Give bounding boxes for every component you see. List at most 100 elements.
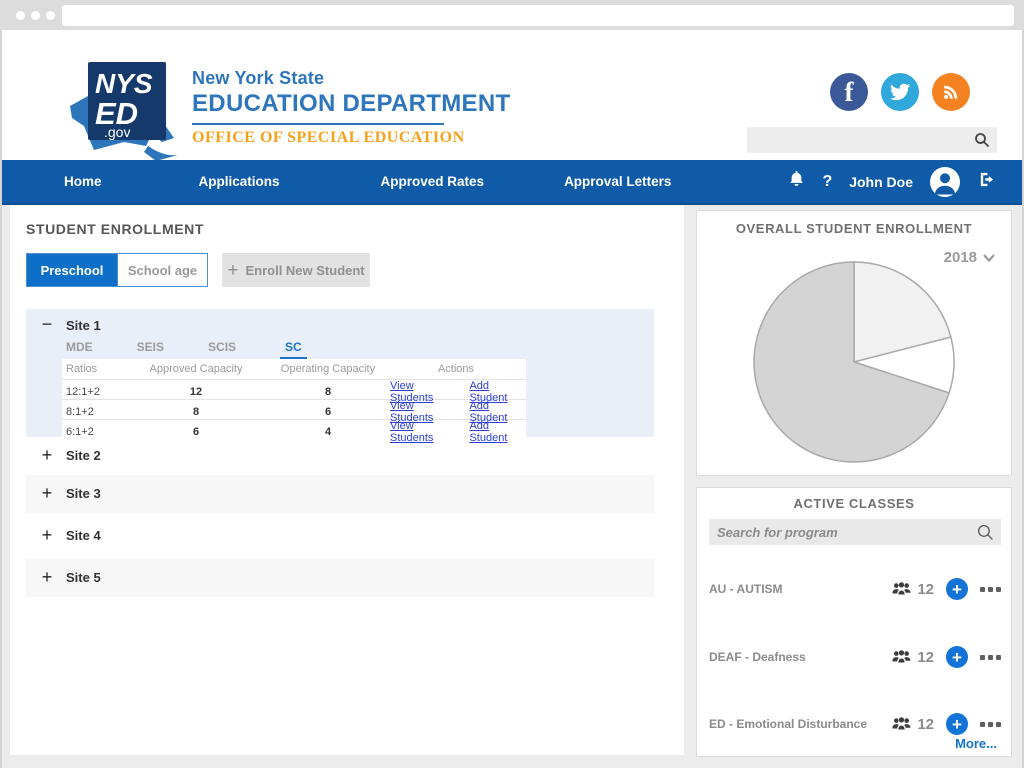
site-4-label: Site 4 (66, 528, 101, 543)
collapse-icon[interactable] (38, 315, 56, 333)
header-title-office: OFFICE OF SPECIAL EDUCATION (192, 129, 510, 147)
nysed-logo[interactable]: NYS ED .gov (62, 60, 180, 162)
tab-school-age[interactable]: School age (117, 254, 207, 286)
users-icon (892, 582, 911, 596)
more-options-icon[interactable] (980, 587, 1001, 592)
enrollment-pie (749, 257, 959, 467)
window-dot[interactable] (16, 11, 25, 20)
table-row: 12:1+2 12 8 View Students Add Student (62, 379, 526, 399)
student-enrollment-panel: STUDENT ENROLLMENT Preschool School age … (10, 205, 684, 755)
operating-value: 6 (270, 406, 386, 418)
operating-value: 8 (270, 386, 386, 398)
more-link[interactable]: More... (955, 736, 997, 751)
user-name[interactable]: John Doe (849, 174, 913, 190)
active-classes-card: ACTIVE CLASSES AU - AUTISM 12 + DEAF - D… (696, 487, 1012, 757)
expand-icon[interactable] (38, 446, 56, 464)
ny-state-icon: NYS ED .gov (62, 60, 180, 162)
class-count: 12 (917, 649, 934, 666)
chevron-down-icon (983, 254, 995, 262)
window-dot[interactable] (31, 11, 40, 20)
overall-enrollment-card: OVERALL STUDENT ENROLLMENT 2018 (696, 210, 1012, 476)
program-search-input[interactable] (709, 519, 1001, 545)
site-1-subtabs: MDE SEIS SCIS SC (66, 340, 307, 359)
table-header-row: Ratios Approved Capacity Operating Capac… (62, 359, 526, 379)
site-header: NYS ED .gov New York State EDUCATION DEP… (2, 30, 1022, 160)
subtab-mde[interactable]: MDE (66, 340, 93, 359)
site-3-row[interactable]: Site 3 (26, 475, 654, 513)
search-icon[interactable] (977, 524, 994, 546)
site-4-row[interactable]: Site 4 (26, 517, 654, 555)
more-options-icon[interactable] (980, 722, 1001, 727)
header-search-input[interactable] (747, 127, 997, 153)
nav-user-area: ? John Doe (788, 160, 996, 203)
subtab-scis[interactable]: SCIS (208, 340, 236, 359)
col-operating-capacity: Operating Capacity (270, 363, 386, 375)
main-nav: Home Applications Approved Rates Approva… (2, 160, 1022, 205)
enrollment-card-title: OVERALL STUDENT ENROLLMENT (697, 221, 1011, 236)
site-5-row[interactable]: Site 5 (26, 559, 654, 597)
nav-item-approval-letters[interactable]: Approval Letters (564, 174, 671, 189)
avatar[interactable] (930, 167, 960, 197)
class-row-emotional-disturbance: ED - Emotional Disturbance 12 + (709, 711, 1001, 737)
site-3-label: Site 3 (66, 486, 101, 501)
add-class-button[interactable]: + (946, 646, 968, 668)
class-name: AU - AUTISM (709, 582, 892, 596)
add-class-button[interactable]: + (946, 578, 968, 600)
site-2-label: Site 2 (66, 448, 101, 463)
approved-value: 8 (122, 406, 270, 418)
expand-icon[interactable] (38, 526, 56, 544)
logout-icon[interactable] (977, 170, 996, 194)
page: NYS ED .gov New York State EDUCATION DEP… (0, 30, 1024, 768)
table-row: 6:1+2 6 4 View Students Add Student (62, 419, 526, 439)
nav-item-approved-rates[interactable]: Approved Rates (381, 174, 485, 189)
class-count: 12 (917, 581, 934, 598)
tab-preschool[interactable]: Preschool (27, 254, 117, 286)
approved-value: 12 (122, 386, 270, 398)
subtab-sc[interactable]: SC (280, 340, 307, 359)
plus-icon: + (227, 261, 238, 280)
nav-item-applications[interactable]: Applications (199, 174, 280, 189)
logo-text-gov: .gov (104, 124, 130, 140)
window-dot[interactable] (46, 11, 55, 20)
logo-text-nys: NYS (95, 68, 153, 99)
header-title-state: New York State (192, 68, 510, 89)
social-links: f (830, 73, 970, 111)
site-1-panel: Site 1 MDE SEIS SCIS SC Ratios Approved … (26, 309, 654, 437)
add-class-button[interactable]: + (946, 713, 968, 735)
subtab-seis[interactable]: SEIS (137, 340, 164, 359)
site-5-label: Site 5 (66, 570, 101, 585)
bell-icon[interactable] (788, 170, 805, 193)
twitter-icon[interactable] (881, 73, 919, 111)
expand-icon[interactable] (38, 568, 56, 586)
capacity-table: Ratios Approved Capacity Operating Capac… (62, 359, 526, 439)
users-icon (892, 650, 911, 664)
window-controls[interactable] (16, 11, 55, 20)
program-search (709, 519, 1001, 545)
more-options-icon[interactable] (980, 655, 1001, 660)
class-name: ED - Emotional Disturbance (709, 717, 892, 731)
expand-icon[interactable] (38, 484, 56, 502)
class-row-autism: AU - AUTISM 12 + (709, 576, 1001, 602)
col-ratios: Ratios (62, 363, 122, 375)
nav-item-home[interactable]: Home (64, 174, 102, 189)
page-title: STUDENT ENROLLMENT (26, 221, 204, 237)
classes-card-title: ACTIVE CLASSES (697, 496, 1011, 511)
search-icon[interactable] (974, 132, 990, 153)
header-titles: New York State EDUCATION DEPARTMENT OFFI… (192, 68, 510, 147)
enroll-new-student-button[interactable]: + Enroll New Student (222, 253, 370, 287)
age-tabs: Preschool School age (26, 253, 208, 287)
nav-items: Home Applications Approved Rates Approva… (2, 174, 671, 189)
site-2-row[interactable]: Site 2 (26, 437, 654, 475)
help-icon[interactable]: ? (822, 173, 832, 191)
header-divider (192, 123, 444, 125)
users-icon (892, 717, 911, 731)
class-count: 12 (917, 716, 934, 733)
col-approved-capacity: Approved Capacity (122, 363, 270, 375)
rss-icon[interactable] (932, 73, 970, 111)
table-row: 8:1+2 8 6 View Students Add Student (62, 399, 526, 419)
header-search (747, 127, 997, 153)
address-bar[interactable] (62, 5, 1014, 26)
facebook-icon[interactable]: f (830, 73, 868, 111)
enroll-button-label: Enroll New Student (245, 263, 364, 278)
site-1-label[interactable]: Site 1 (66, 318, 101, 333)
